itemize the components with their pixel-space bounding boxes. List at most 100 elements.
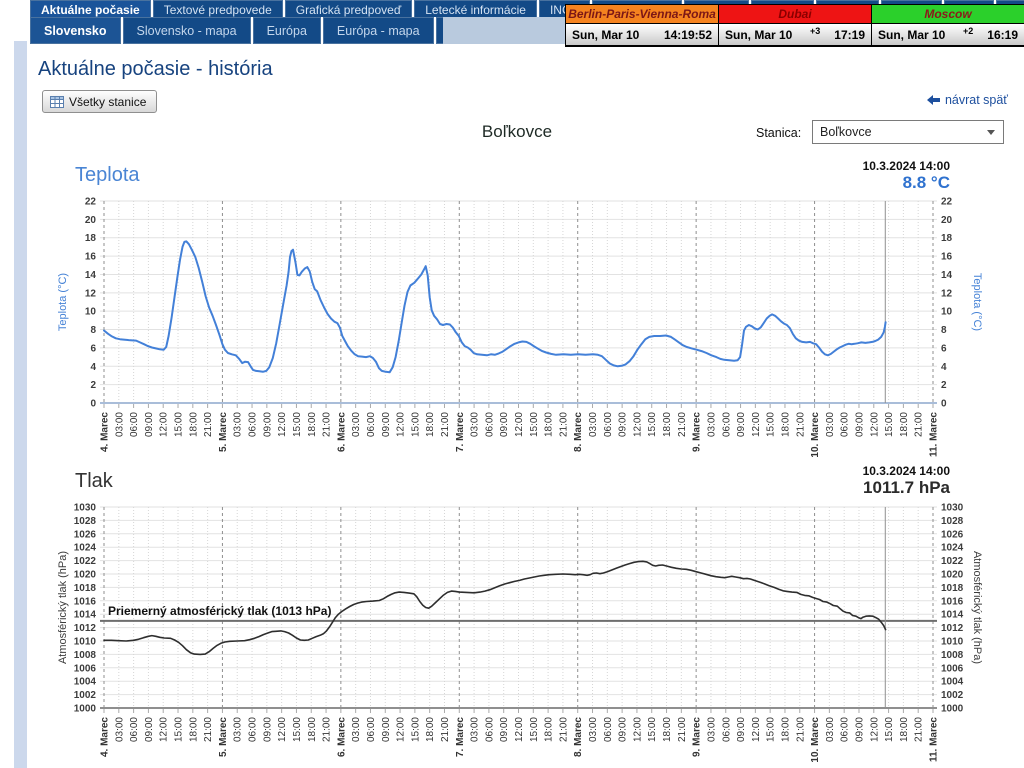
svg-text:1018: 1018	[74, 583, 97, 594]
svg-text:15:00: 15:00	[884, 717, 895, 742]
svg-text:5. Marec: 5. Marec	[218, 412, 229, 452]
svg-text:Teplota (°C): Teplota (°C)	[971, 273, 983, 331]
svg-text:2: 2	[90, 380, 96, 391]
svg-text:1016: 1016	[941, 596, 964, 607]
clock-city-name: Dubai	[719, 5, 871, 24]
svg-text:12: 12	[941, 288, 953, 299]
svg-text:10: 10	[941, 307, 953, 318]
clock-date: Sun, Mar 10	[725, 28, 792, 42]
svg-text:09:00: 09:00	[736, 412, 747, 437]
svg-text:8: 8	[90, 325, 96, 336]
nav-tab-leteck-inform-cie[interactable]: Letecké informácie	[414, 0, 537, 17]
svg-text:1014: 1014	[941, 610, 964, 621]
subnav-tab-eur-pa[interactable]: Európa	[253, 17, 321, 44]
svg-text:03:00: 03:00	[470, 412, 481, 437]
svg-text:22: 22	[85, 197, 97, 208]
svg-text:06:00: 06:00	[484, 412, 495, 437]
svg-text:06:00: 06:00	[484, 717, 495, 742]
svg-text:03:00: 03:00	[588, 717, 599, 742]
svg-text:12: 12	[85, 288, 97, 299]
svg-text:21:00: 21:00	[677, 412, 688, 437]
world-clock-panel: Berlin-Paris-Vienna-RomaSun, Mar 1014:19…	[565, 4, 1024, 47]
clock-berlin-paris-vienna-roma: Berlin-Paris-Vienna-RomaSun, Mar 1014:19…	[566, 5, 719, 46]
svg-text:1012: 1012	[74, 623, 97, 634]
svg-text:18:00: 18:00	[544, 412, 555, 437]
svg-text:Teplota (°C): Teplota (°C)	[57, 273, 69, 331]
svg-text:03:00: 03:00	[825, 717, 836, 742]
page-title: Aktuálne počasie - história	[38, 58, 273, 81]
svg-text:5. Marec: 5. Marec	[218, 717, 229, 757]
svg-text:1030: 1030	[941, 503, 964, 514]
station-select[interactable]: Boľkovce	[812, 120, 1004, 144]
svg-text:03:00: 03:00	[233, 412, 244, 437]
svg-text:11. Marec: 11. Marec	[929, 717, 940, 762]
svg-text:21:00: 21:00	[440, 412, 451, 437]
nav-tab-aktu-lne-po-asie[interactable]: Aktuálne počasie	[30, 0, 151, 17]
svg-text:1024: 1024	[74, 543, 97, 554]
svg-text:21:00: 21:00	[558, 717, 569, 742]
station-title: Boľkovce	[104, 122, 930, 142]
svg-text:03:00: 03:00	[351, 412, 362, 437]
clock-date: Sun, Mar 10	[878, 28, 945, 42]
svg-text:12:00: 12:00	[869, 717, 880, 742]
svg-text:21:00: 21:00	[795, 717, 806, 742]
svg-text:12:00: 12:00	[159, 717, 170, 742]
svg-text:09:00: 09:00	[499, 717, 510, 742]
svg-text:12:00: 12:00	[751, 717, 762, 742]
svg-text:9. Marec: 9. Marec	[692, 412, 703, 452]
svg-text:12:00: 12:00	[514, 412, 525, 437]
svg-text:1026: 1026	[941, 529, 964, 540]
svg-text:15:00: 15:00	[292, 412, 303, 437]
clock-dubai: DubaiSun, Mar 10+317:19	[719, 5, 872, 46]
svg-text:18: 18	[85, 233, 97, 244]
svg-text:15:00: 15:00	[529, 717, 540, 742]
station-select-value: Boľkovce	[820, 125, 872, 139]
clock-time-row: Sun, Mar 1014:19:52	[566, 24, 718, 45]
svg-text:0: 0	[941, 399, 947, 410]
svg-text:21:00: 21:00	[914, 412, 925, 437]
svg-text:8. Marec: 8. Marec	[573, 717, 584, 757]
svg-text:21:00: 21:00	[440, 717, 451, 742]
svg-text:06:00: 06:00	[840, 717, 851, 742]
svg-text:09:00: 09:00	[736, 717, 747, 742]
back-link[interactable]: návrat späť	[927, 93, 1008, 107]
svg-text:18:00: 18:00	[425, 412, 436, 437]
temperature-chart: 002244668810101212141416161818202022224.…	[0, 150, 1024, 462]
svg-text:Priemerný atmosférický tlak (1: Priemerný atmosférický tlak (1013 hPa)	[108, 604, 331, 618]
svg-text:06:00: 06:00	[248, 717, 259, 742]
svg-text:1010: 1010	[74, 637, 97, 648]
svg-text:0: 0	[90, 399, 96, 410]
back-link-label: návrat späť	[945, 93, 1008, 107]
svg-text:12:00: 12:00	[514, 717, 525, 742]
nav-tab-grafick-predpove[interactable]: Grafická predpoveď	[285, 0, 412, 17]
svg-text:09:00: 09:00	[854, 717, 865, 742]
svg-text:21:00: 21:00	[203, 412, 214, 437]
svg-text:15:00: 15:00	[410, 717, 421, 742]
svg-text:1010: 1010	[941, 637, 964, 648]
station-select-label: Stanica:	[756, 126, 801, 140]
clock-city-name: Berlin-Paris-Vienna-Roma	[566, 5, 718, 24]
clock-utc-offset: +2	[945, 26, 987, 36]
svg-text:18:00: 18:00	[188, 717, 199, 742]
nav-tab-textov-predpovede[interactable]: Textové predpovede	[153, 0, 283, 17]
all-stations-button[interactable]: Všetky stanice	[42, 90, 157, 113]
svg-text:21:00: 21:00	[677, 717, 688, 742]
svg-text:20: 20	[941, 215, 953, 226]
chevron-down-icon	[987, 130, 995, 135]
svg-text:06:00: 06:00	[248, 412, 259, 437]
subnav-tab-slovensko-mapa[interactable]: Slovensko - mapa	[123, 17, 251, 44]
svg-text:1014: 1014	[74, 610, 97, 621]
svg-text:1006: 1006	[941, 663, 964, 674]
svg-text:12:00: 12:00	[396, 717, 407, 742]
svg-text:09:00: 09:00	[144, 412, 155, 437]
svg-text:09:00: 09:00	[854, 412, 865, 437]
svg-text:18:00: 18:00	[188, 412, 199, 437]
svg-text:10: 10	[85, 307, 97, 318]
svg-text:21:00: 21:00	[914, 717, 925, 742]
svg-text:12:00: 12:00	[277, 717, 288, 742]
svg-text:06:00: 06:00	[129, 412, 140, 437]
svg-text:09:00: 09:00	[381, 412, 392, 437]
subnav-tab-eur-pa-mapa[interactable]: Európa - mapa	[323, 17, 434, 44]
subnav-tab-slovensko[interactable]: Slovensko	[30, 17, 121, 44]
svg-text:18:00: 18:00	[662, 412, 673, 437]
